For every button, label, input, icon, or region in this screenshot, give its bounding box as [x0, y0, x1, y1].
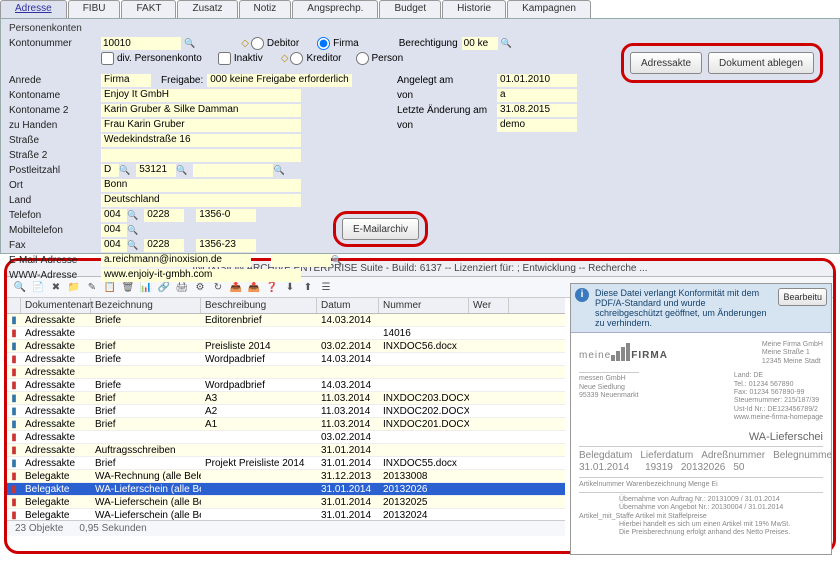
tab-kampagnen[interactable]: Kampagnen [507, 0, 591, 18]
table-row[interactable]: ▮AdressakteBriefeWordpadbrief14.03.2014 [7, 379, 565, 392]
div-check[interactable] [101, 52, 114, 65]
grid[interactable]: ▮AdressakteBriefeEditorenbrief14.03.2014… [7, 314, 565, 520]
col-beschreibung[interactable]: Beschreibung [201, 298, 317, 313]
tab-adresse[interactable]: Adresse [0, 0, 67, 18]
grid-header: Dokumentenart Bezeichnung Beschreibung D… [7, 298, 565, 314]
table-row[interactable]: ▮AdressakteBriefeEditorenbrief14.03.2014 [7, 314, 565, 327]
inaktiv-check[interactable] [218, 52, 231, 65]
table-row[interactable]: ▮BelegakteWA-Lieferschein (alle Belege)3… [7, 509, 565, 520]
table-row[interactable]: ▮Adressakte03.02.2014 [7, 431, 565, 444]
table-row[interactable]: ▮BelegakteWA-Lieferschein (alle Belege)3… [7, 496, 565, 509]
table-row[interactable]: ▮AdressakteBriefA311.03.2014INXDOC203.DO… [7, 392, 565, 405]
debitor-radio[interactable] [251, 37, 264, 50]
section-title: Personenkonten [9, 23, 831, 34]
table-row[interactable]: ▮AdressakteBriefA211.03.2014INXDOC202.DO… [7, 405, 565, 418]
status-objects: 23 Objekte [15, 523, 63, 534]
adressakte-button[interactable]: Adressakte [630, 52, 702, 74]
col-datum[interactable]: Datum [317, 298, 379, 313]
doc-title: WA-Lieferschei [579, 431, 823, 443]
tab-angsprechp.[interactable]: Angsprechp. [292, 0, 378, 18]
berecht-input[interactable] [462, 37, 498, 50]
person-radio[interactable] [356, 52, 369, 65]
col-wer[interactable]: Wer [469, 298, 509, 313]
kreditor-radio[interactable] [290, 52, 303, 65]
search-icon[interactable]: 🔍 [501, 38, 512, 49]
top-buttons: Adressakte Dokument ablegen [621, 43, 823, 83]
col-dokumentenart[interactable]: Dokumentenart [21, 298, 91, 313]
table-row[interactable]: ▮AdressakteBriefeWordpadbrief14.03.2014 [7, 353, 565, 366]
table-row[interactable]: ▮Adressakte14016 [7, 327, 565, 340]
tab-bar: AdresseFIBUFAKTZusatzNotizAngsprechp.Bud… [0, 0, 840, 18]
tab-fakt[interactable]: FAKT [121, 0, 176, 18]
tab-fibu[interactable]: FIBU [68, 0, 121, 18]
preview-pane: i Diese Datei verlangt Konformität mit d… [570, 283, 832, 555]
firma-radio[interactable] [317, 37, 330, 50]
bearbeiten-button[interactable]: Bearbeitu [778, 288, 827, 306]
tab-budget[interactable]: Budget [379, 0, 441, 18]
status-time: 0,95 Sekunden [79, 523, 146, 534]
table-row[interactable]: ▮AdressakteBriefProjekt Preisliste 20143… [7, 457, 565, 470]
table-row[interactable]: ▮Adressakte [7, 366, 565, 379]
table-row[interactable]: ▮BelegakteWA-Rechnung (alle Belege)31.12… [7, 470, 565, 483]
dokument-ablegen-button[interactable]: Dokument ablegen [708, 52, 814, 74]
konto-label: Kontonummer [9, 38, 101, 49]
tab-historie[interactable]: Historie [442, 0, 506, 18]
pdf-banner-text: Diese Datei verlangt Konformität mit dem… [595, 288, 772, 328]
tab-zusatz[interactable]: Zusatz [177, 0, 237, 18]
table-row[interactable]: ▮BelegakteWA-Lieferschein (alle Belege)3… [7, 483, 565, 496]
col-nummer[interactable]: Nummer [379, 298, 469, 313]
konto-input[interactable] [101, 37, 181, 50]
berecht-label: Berechtigung [399, 38, 458, 49]
info-icon: i [575, 288, 589, 302]
status-bar: 23 Objekte 0,95 Sekunden [7, 520, 565, 536]
col-bezeichnung[interactable]: Bezeichnung [91, 298, 201, 313]
search-icon[interactable]: 🔍 [184, 38, 195, 49]
tab-notiz[interactable]: Notiz [239, 0, 292, 18]
table-row[interactable]: ▮AdressakteAuftragsschreiben31.01.2014 [7, 444, 565, 457]
email-archiv-button[interactable]: E-Mailarchiv [342, 218, 419, 240]
table-row[interactable]: ▮AdressakteBriefA111.03.2014INXDOC201.DO… [7, 418, 565, 431]
table-row[interactable]: ▮AdressakteBriefPreisliste 201403.02.201… [7, 340, 565, 353]
